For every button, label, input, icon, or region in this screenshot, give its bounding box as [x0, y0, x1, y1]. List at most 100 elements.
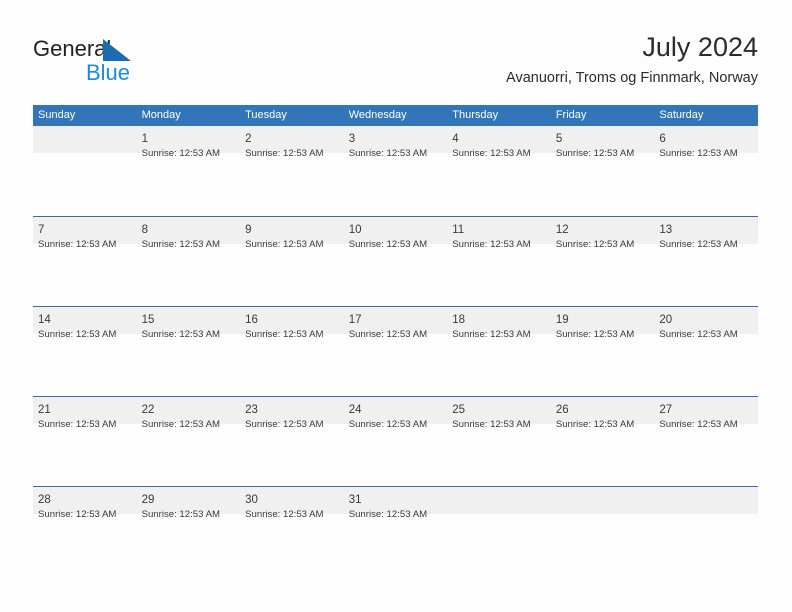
calendar-day-cell[interactable]: 7 Sunrise: 12:53 AM [33, 217, 137, 307]
day-sunrise-label: Sunrise: 12:53 AM [38, 509, 117, 520]
day-sunrise-label: Sunrise: 12:53 AM [555, 329, 635, 340]
day-number: 22 [141, 404, 155, 416]
day-number: 15 [141, 314, 155, 326]
day-number: 25 [452, 404, 466, 416]
day-number: 31 [348, 494, 362, 506]
calendar-day-cell[interactable]: 18 Sunrise: 12:53 AM [447, 307, 551, 397]
day-sunrise-label: Sunrise: 12:53 AM [348, 239, 428, 250]
calendar-day-cell-empty [447, 487, 551, 577]
calendar-day-cell[interactable]: 24 Sunrise: 12:53 AM [344, 397, 448, 487]
calendar-day-cell[interactable]: 16 Sunrise: 12:53 AM [240, 307, 344, 397]
day-number: 5 [555, 133, 563, 145]
day-sunrise-label: Sunrise: 12:53 AM [452, 148, 531, 159]
calendar-day-cell[interactable]: 27 Sunrise: 12:53 AM [654, 397, 758, 487]
day-number: 12 [555, 224, 569, 236]
day-number: 29 [141, 494, 155, 506]
day-number: 28 [38, 494, 51, 506]
weekday-header-row: Sunday Monday Tuesday Wednesday Thursday Frid… [33, 105, 758, 126]
calendar-day-cell[interactable]: 5 Sunrise: 12:53 AM [551, 126, 655, 216]
day-number: 17 [348, 314, 362, 326]
calendar-table: Sunday Monday Tuesday Wednesday Thursday Frid… [33, 105, 758, 576]
day-number: 3 [348, 133, 356, 145]
day-sunrise-label: Sunrise: 12:53 AM [141, 329, 220, 340]
calendar-day-cell[interactable]: 15 Sunrise: 12:53 AM [137, 307, 241, 397]
week-day-cells: 7 Sunrise: 12:53 AM 8 Sunrise: 12:53 AM 9 Sun… [33, 217, 758, 307]
calendar-week-row: 7 Sunrise: 12:53 AM 8 Sunrise: 12:53 AM 9 Sun… [33, 216, 758, 306]
calendar-day-cell-empty [551, 487, 655, 577]
page-subtitle: Avanuorri, Troms og Finnmark, Norway [506, 70, 758, 86]
day-number: 19 [555, 314, 569, 326]
logo: General Blue [33, 36, 213, 86]
page-title: July 2024 [642, 32, 758, 62]
calendar-day-cell[interactable]: 22 Sunrise: 12:53 AM [137, 397, 241, 487]
day-sunrise-label: Sunrise: 12:53 AM [659, 148, 738, 159]
day-number: 6 [659, 133, 666, 145]
calendar-weeks: 1 Sunrise: 12:53 AM 2 Sunrise: 12:53 AM 3 Sun… [33, 126, 758, 576]
weekday-header-thursday: Thursday [452, 109, 499, 121]
week-day-cells: 1 Sunrise: 12:53 AM 2 Sunrise: 12:53 AM 3 Sun… [33, 126, 758, 216]
logo-text-general: General [33, 36, 112, 61]
title-block: July 2024 Avanuorri, Troms og Finnmark, … [506, 30, 758, 88]
calendar-day-cell[interactable]: 23 Sunrise: 12:53 AM [240, 397, 344, 487]
calendar-day-cell[interactable]: 29 Sunrise: 12:53 AM [137, 487, 241, 577]
day-sunrise-label: Sunrise: 12:53 AM [348, 419, 428, 430]
day-number: 1 [141, 133, 148, 145]
day-sunrise-label: Sunrise: 12:53 AM [38, 419, 117, 430]
calendar-day-cell[interactable]: 11 Sunrise: 12:53 AM [447, 217, 551, 307]
calendar-day-cell[interactable]: 28 Sunrise: 12:53 AM [33, 487, 137, 577]
day-sunrise-label: Sunrise: 12:53 AM [659, 239, 738, 250]
calendar-day-cell[interactable]: 19 Sunrise: 12:53 AM [551, 307, 655, 397]
calendar-day-cell[interactable]: 25 Sunrise: 12:53 AM [447, 397, 551, 487]
calendar-week-row: 1 Sunrise: 12:53 AM 2 Sunrise: 12:53 AM 3 Sun… [33, 126, 758, 216]
day-number: 11 [452, 224, 465, 236]
calendar-day-cell[interactable]: 31 Sunrise: 12:53 AM [344, 487, 448, 577]
calendar-day-cell[interactable]: 17 Sunrise: 12:53 AM [344, 307, 448, 397]
weekday-header-tuesday: Tuesday [245, 109, 287, 121]
day-number: 9 [245, 224, 252, 236]
day-sunrise-label: Sunrise: 12:53 AM [348, 148, 428, 159]
logo-triangle-icon [103, 39, 131, 61]
calendar-day-cell[interactable]: 20 Sunrise: 12:53 AM [654, 307, 758, 397]
weekday-header-monday: Monday [141, 109, 181, 121]
calendar-day-cell[interactable]: 13 Sunrise: 12:53 AM [654, 217, 758, 307]
day-sunrise-label: Sunrise: 12:53 AM [245, 239, 324, 250]
calendar-day-cell[interactable]: 9 Sunrise: 12:53 AM [240, 217, 344, 307]
day-number: 26 [555, 404, 569, 416]
logo-text-blue: Blue [86, 60, 131, 85]
day-sunrise-label: Sunrise: 12:53 AM [141, 419, 220, 430]
day-sunrise-label: Sunrise: 12:53 AM [141, 509, 220, 520]
calendar-day-cell[interactable]: 12 Sunrise: 12:53 AM [551, 217, 655, 307]
day-number: 24 [348, 404, 362, 416]
day-sunrise-label: Sunrise: 12:53 AM [452, 329, 531, 340]
calendar-day-cell[interactable]: 30 Sunrise: 12:53 AM [240, 487, 344, 577]
day-number: 18 [452, 314, 466, 326]
calendar-day-cell[interactable]: 3 Sunrise: 12:53 AM [344, 126, 448, 216]
weekday-header-friday: Friday [555, 109, 587, 121]
day-sunrise-label: Sunrise: 12:53 AM [245, 329, 324, 340]
calendar-day-cell[interactable]: 1 Sunrise: 12:53 AM [137, 126, 241, 216]
day-sunrise-label: Sunrise: 12:53 AM [452, 419, 531, 430]
day-number: 10 [348, 224, 362, 236]
day-number: 14 [38, 314, 51, 326]
day-sunrise-label: Sunrise: 12:53 AM [141, 239, 220, 250]
weekday-header-sunday: Sunday [38, 109, 76, 121]
calendar-day-cell[interactable]: 8 Sunrise: 12:53 AM [137, 217, 241, 307]
week-day-cells: 14 Sunrise: 12:53 AM 15 Sunrise: 12:53 AM 16… [33, 307, 758, 397]
day-sunrise-label: Sunrise: 12:53 AM [38, 329, 117, 340]
calendar-day-cell[interactable]: 10 Sunrise: 12:53 AM [344, 217, 448, 307]
calendar-day-cell[interactable]: 21 Sunrise: 12:53 AM [33, 397, 137, 487]
day-number: 30 [245, 494, 258, 506]
day-sunrise-label: Sunrise: 12:53 AM [452, 239, 531, 250]
calendar-day-cell[interactable]: 6 Sunrise: 12:53 AM [654, 126, 758, 216]
day-sunrise-label: Sunrise: 12:53 AM [348, 509, 428, 520]
calendar-day-cell[interactable]: 4 Sunrise: 12:53 AM [447, 126, 551, 216]
week-day-cells: 28 Sunrise: 12:53 AM 29 Sunrise: 12:53 AM 30… [33, 487, 758, 577]
calendar-day-cell[interactable]: 26 Sunrise: 12:53 AM [551, 397, 655, 487]
weekday-header-wednesday: Wednesday [348, 109, 407, 121]
day-sunrise-label: Sunrise: 12:53 AM [555, 148, 635, 159]
calendar-day-cell[interactable]: 14 Sunrise: 12:53 AM [33, 307, 137, 397]
week-day-cells: 21 Sunrise: 12:53 AM 22 Sunrise: 12:53 AM 23… [33, 397, 758, 487]
day-number: 2 [245, 133, 252, 145]
day-sunrise-label: Sunrise: 12:53 AM [659, 419, 738, 430]
calendar-day-cell[interactable]: 2 Sunrise: 12:53 AM [240, 126, 344, 216]
